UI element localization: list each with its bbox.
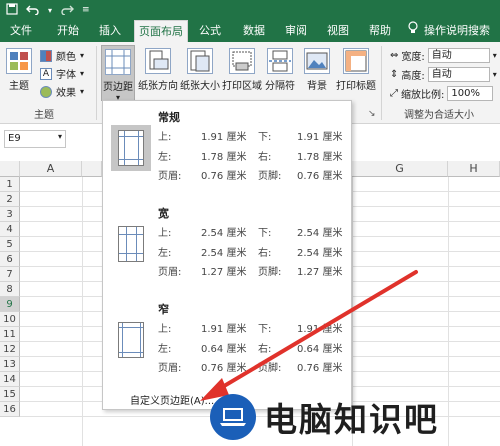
red-arrow-annotation [200, 270, 418, 401]
laptop-icon [210, 394, 256, 440]
watermark-text: 电脑知识吧 [264, 400, 439, 439]
watermark-logo: 电脑知识吧 [210, 388, 500, 446]
